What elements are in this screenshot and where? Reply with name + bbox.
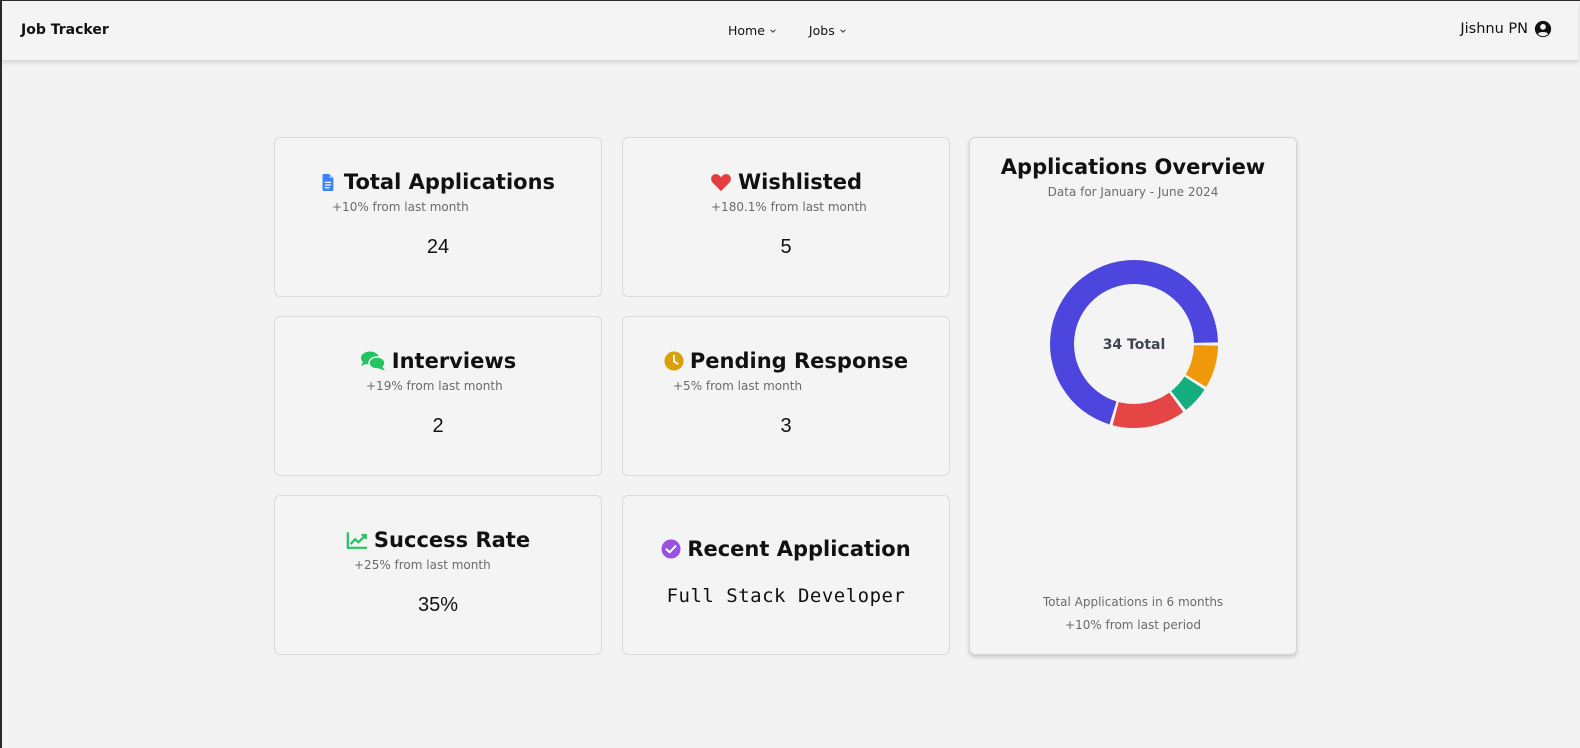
chevron-down-icon: [770, 28, 776, 33]
card-subtitle: +25% from last month: [354, 558, 491, 572]
card-value: 3: [780, 415, 792, 437]
card-value: 5: [780, 236, 792, 258]
card-value: 2: [432, 415, 444, 437]
overview-footer-total: Total Applications in 6 months: [1042, 595, 1224, 609]
pending-response-card: Pending Response +5% from last month 3: [622, 316, 950, 476]
card-value: 24: [426, 236, 450, 258]
card-title: Success Rate: [373, 528, 531, 552]
total-applications-card: Total Applications +10% from last month …: [274, 137, 602, 297]
chevron-down-icon: [839, 28, 846, 33]
wishlisted-card: Wishlisted +180.1% from last month 5: [622, 137, 950, 297]
card-subtitle: +10% from last month: [332, 200, 469, 214]
user-circle-icon: [1534, 20, 1552, 38]
check-circle-icon: [661, 539, 681, 559]
applications-overview-card: Applications Overview Data for January -…: [969, 137, 1297, 655]
card-title-row: Pending Response: [623, 349, 949, 373]
card-subtitle: +19% from last month: [366, 379, 503, 393]
user-menu[interactable]: Jishnu PN: [1460, 20, 1552, 38]
nav-jobs-label: Jobs: [808, 23, 835, 38]
card-value: 35%: [417, 594, 459, 616]
recent-application-card: Recent Application Full Stack Developer: [622, 495, 950, 655]
nav-jobs-dropdown[interactable]: Jobs: [809, 23, 847, 38]
card-title: Interviews: [391, 349, 517, 373]
card-title-row: Recent Application: [623, 537, 949, 561]
document-icon: [322, 173, 334, 191]
card-title: Wishlisted: [737, 170, 863, 194]
line-chart-icon: [346, 531, 368, 549]
card-title-row: Interviews: [275, 349, 601, 373]
top-navbar: Job Tracker Home Jobs Jishnu PN: [2, 1, 1578, 61]
heart-icon: [711, 174, 731, 192]
overview-subtitle: Data for January - June 2024: [1047, 185, 1219, 199]
card-subtitle: +5% from last month: [673, 379, 803, 393]
brand-title[interactable]: Job Tracker: [21, 22, 109, 38]
chat-bubbles-icon: [360, 351, 386, 371]
card-subtitle: +180.1% from last month: [711, 200, 867, 214]
overview-title: Applications Overview: [1000, 155, 1266, 179]
nav-menu: Home Jobs: [728, 23, 847, 38]
card-title-row: Total Applications: [275, 170, 601, 194]
applications-donut-chart: 34 Total: [1050, 260, 1218, 428]
success-rate-card: Success Rate +25% from last month 35%: [274, 495, 602, 655]
card-title: Total Applications: [343, 170, 556, 194]
donut-center-label: 34 Total: [1103, 337, 1166, 353]
overview-footer-change: +10% from last period: [1065, 618, 1201, 632]
nav-home-dropdown[interactable]: Home: [728, 23, 777, 38]
card-title: Recent Application: [687, 537, 911, 561]
user-name: Jishnu PN: [1460, 21, 1528, 37]
recent-job-title[interactable]: Full Stack Developer: [623, 585, 949, 607]
card-title: Pending Response: [689, 349, 909, 373]
card-title-row: Wishlisted: [623, 170, 949, 194]
interviews-card: Interviews +19% from last month 2: [274, 316, 602, 476]
nav-home-label: Home: [728, 23, 765, 38]
donut-slice-3[interactable]: [1112, 392, 1184, 428]
card-title-row: Success Rate: [275, 528, 601, 552]
clock-icon: [664, 351, 684, 371]
